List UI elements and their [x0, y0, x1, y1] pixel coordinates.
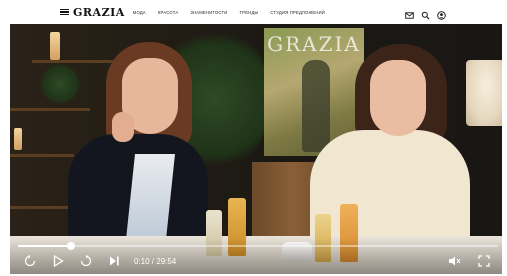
controls-right: [446, 253, 492, 269]
progress-thumb[interactable]: [66, 242, 75, 250]
shelf: [10, 108, 90, 111]
fullscreen-icon[interactable]: [476, 253, 492, 269]
nav-item-trends[interactable]: ТРЕНДЫ: [240, 10, 259, 15]
search-icon[interactable]: [421, 7, 430, 20]
candle: [14, 128, 22, 150]
nav-item-fashion[interactable]: МОДА: [133, 10, 146, 15]
controls-left: 0:10 / 29:54: [22, 253, 176, 269]
shelf: [10, 206, 74, 209]
mail-icon[interactable]: [405, 7, 414, 19]
video-player[interactable]: GRAZIA 0:10 / 29:54: [10, 24, 502, 274]
site-header: GRAZIA МОДА КРАСОТА ЗНАМЕНИТОСТИ ТРЕНДЫ …: [10, 0, 502, 24]
forward-10-icon[interactable]: [78, 253, 94, 269]
header-icons: [405, 7, 446, 20]
plant: [40, 64, 80, 104]
video-controls: 0:10 / 29:54: [10, 238, 502, 274]
person-right-face: [370, 60, 426, 136]
volume-icon[interactable]: [446, 253, 462, 269]
poster-figure: [302, 60, 330, 152]
rewind-10-icon[interactable]: [22, 253, 38, 269]
progress-bar[interactable]: [18, 242, 498, 250]
page: GRAZIA МОДА КРАСОТА ЗНАМЕНИТОСТИ ТРЕНДЫ …: [0, 0, 507, 276]
floor-lamp: [466, 60, 502, 126]
time-display: 0:10 / 29:54: [134, 256, 177, 266]
next-icon[interactable]: [106, 253, 122, 269]
user-icon[interactable]: [437, 7, 446, 20]
play-icon[interactable]: [50, 253, 66, 269]
shelf: [10, 154, 74, 157]
candle: [50, 32, 60, 60]
shelf: [32, 60, 118, 63]
nav-item-beauty[interactable]: КРАСОТА: [158, 10, 178, 15]
progress-fill: [18, 245, 71, 247]
main-nav: МОДА КРАСОТА ЗНАМЕНИТОСТИ ТРЕНДЫ СТУДИЯ …: [133, 10, 325, 15]
nav-item-studio[interactable]: СТУДИЯ ПРЕДЛОЖЕНИЙ: [270, 10, 325, 15]
site-logo[interactable]: GRAZIA: [73, 6, 125, 19]
nav-item-celebrities[interactable]: ЗНАМЕНИТОСТИ: [190, 10, 227, 15]
menu-icon[interactable]: [60, 8, 69, 16]
person-left-hand: [112, 112, 134, 142]
poster-title: GRAZIA: [267, 32, 361, 56]
